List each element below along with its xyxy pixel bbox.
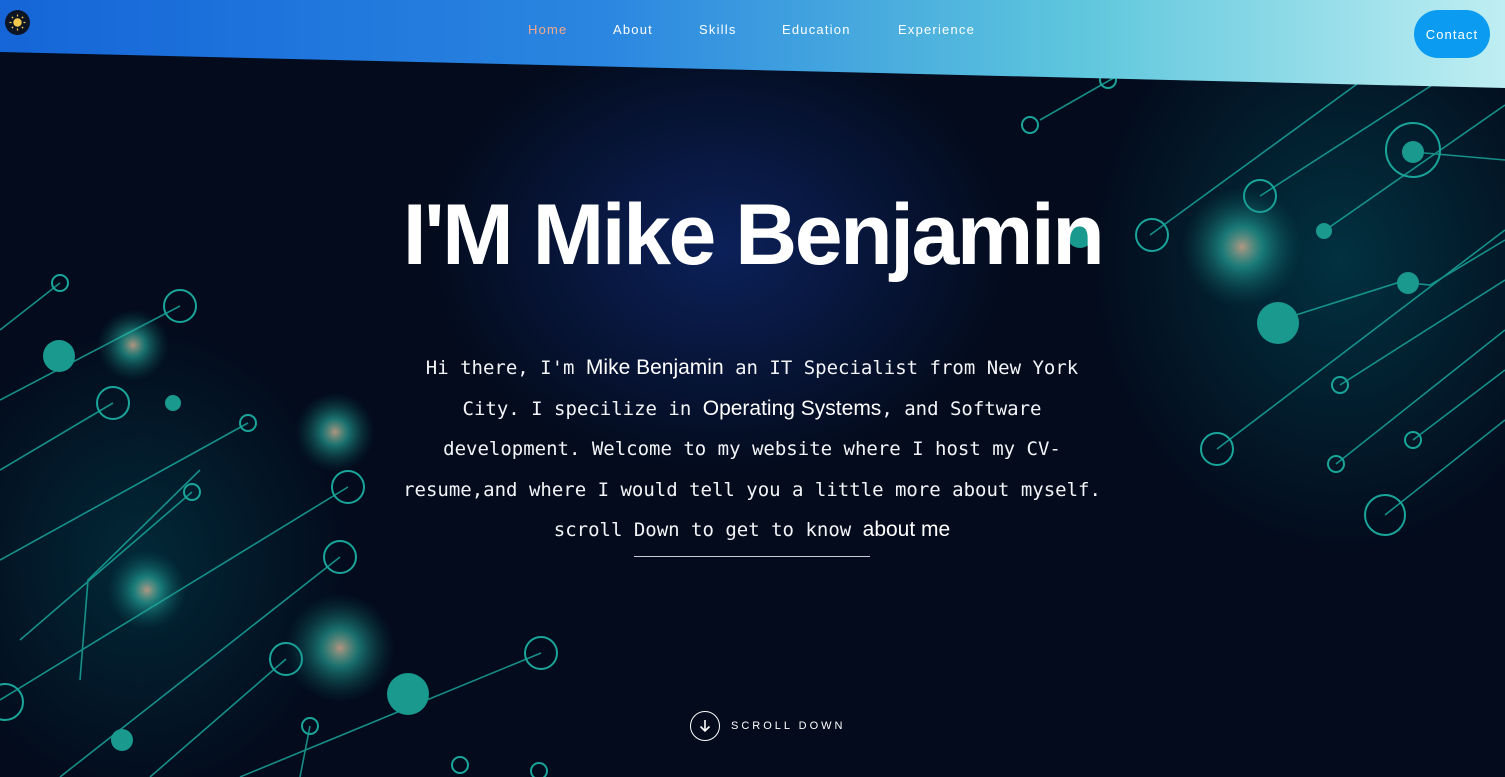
scroll-down-label: SCROLL DOWN [731, 720, 846, 732]
hero-intro: Hi there, I'm Mike Benjamin an IT Specia… [402, 348, 1102, 551]
nav-skills[interactable]: Skills [699, 22, 737, 37]
intro-os-highlight: Operating Systems [702, 396, 882, 420]
nav-education[interactable]: Education [782, 22, 851, 37]
arrow-down-circle-icon [690, 711, 720, 741]
nav-home[interactable]: Home [528, 22, 567, 37]
intro-text-1: Hi there, I'm [425, 357, 586, 379]
hero-title: I'M Mike Benjamin [402, 187, 1105, 283]
nav-about[interactable]: About [613, 22, 653, 37]
main-nav: Home About Skills Education Experience [0, 22, 1505, 42]
scroll-down-button[interactable]: SCROLL DOWN [690, 711, 846, 741]
intro-name-highlight: Mike Benjamin [585, 356, 724, 379]
intro-underline [634, 556, 870, 557]
contact-button[interactable]: Contact [1414, 10, 1490, 58]
nav-experience[interactable]: Experience [898, 22, 975, 37]
about-me-link[interactable]: about me [863, 518, 951, 541]
